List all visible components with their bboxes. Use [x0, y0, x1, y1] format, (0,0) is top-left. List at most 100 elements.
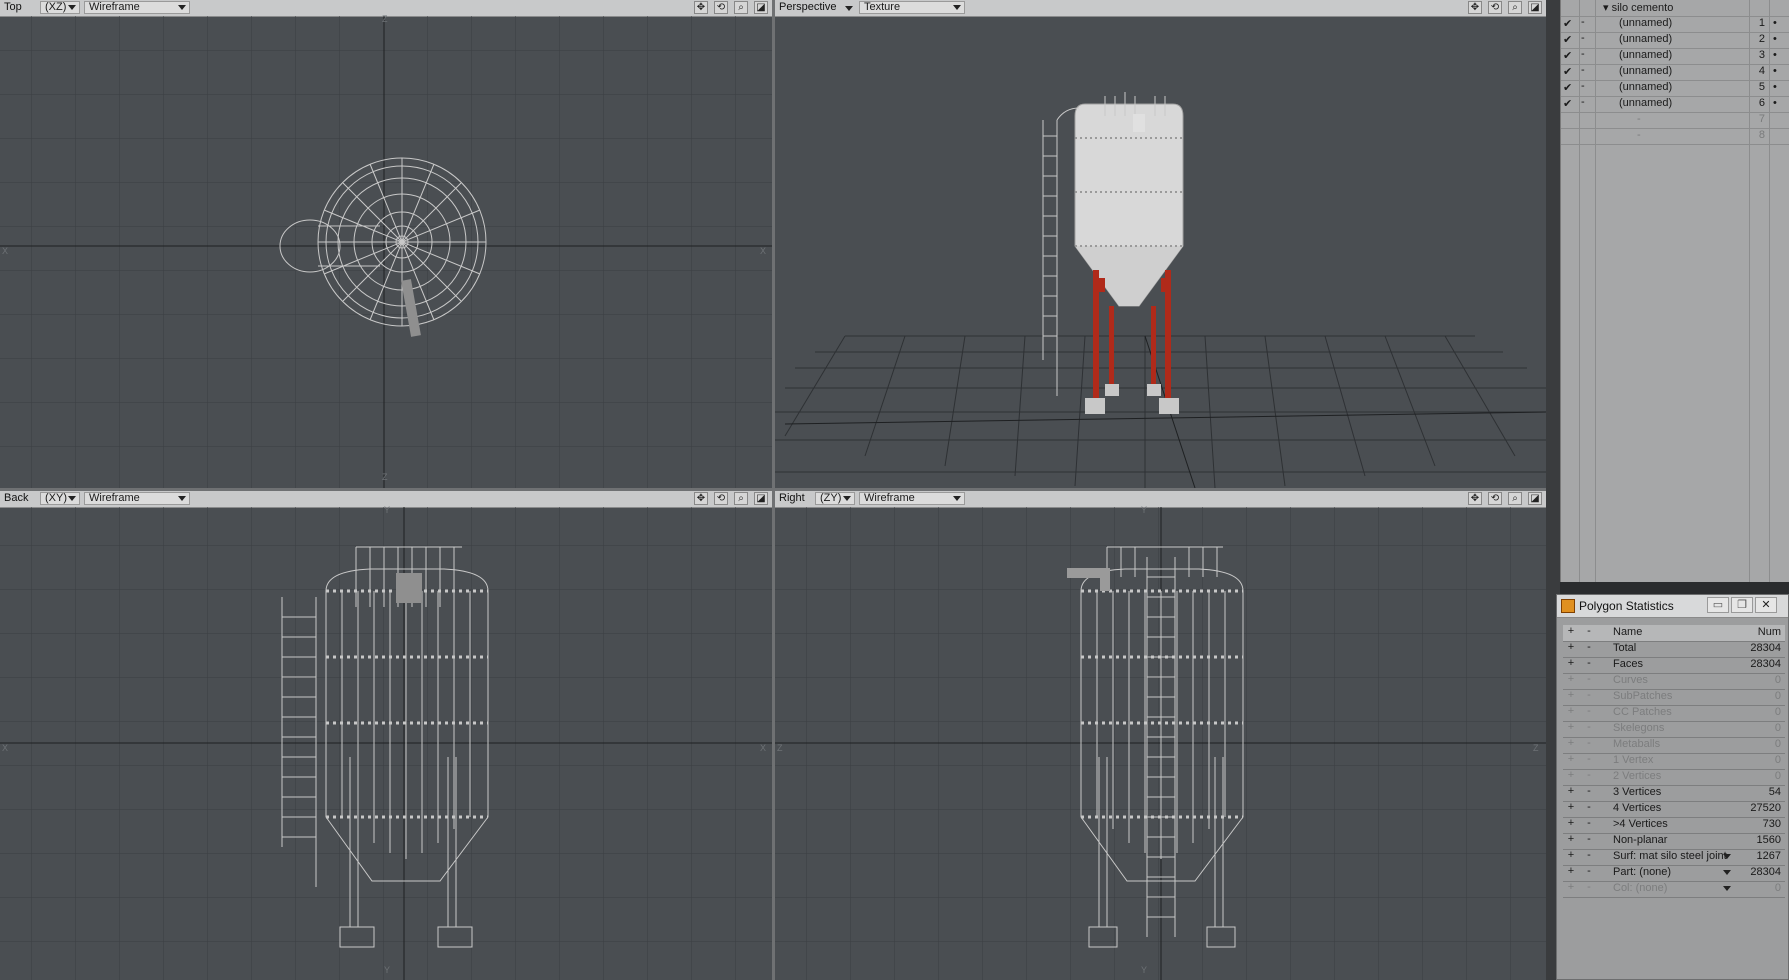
minus-icon[interactable]: - [1581, 641, 1597, 653]
layer-dot[interactable]: • [1773, 97, 1777, 109]
plus-icon[interactable]: + [1563, 785, 1579, 797]
chevron-down-icon[interactable] [845, 6, 853, 11]
axis-dropdown[interactable]: (ZY) [815, 492, 855, 505]
move-icon[interactable]: ✥ [694, 1, 708, 14]
visibility-toggle[interactable]: - [1581, 32, 1585, 44]
plus-icon[interactable]: + [1563, 849, 1579, 861]
minus-icon[interactable]: - [1581, 769, 1597, 781]
minus-icon[interactable]: - [1581, 657, 1597, 669]
layer-row[interactable]: ✔ - (unnamed) 2 • [1561, 32, 1789, 49]
visibility-toggle[interactable]: - [1581, 96, 1585, 108]
layer-row[interactable]: ✔ - (unnamed) 6 • [1561, 96, 1789, 113]
rotate-icon[interactable]: ⟲ [714, 492, 728, 505]
rotate-icon[interactable]: ⟲ [1488, 1, 1502, 14]
zoom-icon[interactable]: ⌕ [734, 1, 748, 14]
layer-row[interactable]: ✔ - (unnamed) 3 • [1561, 48, 1789, 65]
plus-icon[interactable]: + [1563, 689, 1579, 701]
window-titlebar[interactable]: Polygon Statistics ▭ ❐ ✕ [1557, 595, 1788, 618]
plus-icon[interactable]: + [1563, 721, 1579, 733]
chevron-down-icon[interactable] [1723, 886, 1731, 891]
minus-icon[interactable]: - [1581, 689, 1597, 701]
layer-row[interactable]: ✔ - (unnamed) 1 • [1561, 16, 1789, 33]
viewport-back[interactable]: Back (XY) Wireframe ✥ ⟲ ⌕ ◪ Y Y X X [0, 491, 772, 980]
minus-icon[interactable]: - [1581, 881, 1597, 893]
viewport-name[interactable]: Right [779, 492, 805, 504]
plus-icon[interactable]: + [1563, 865, 1579, 877]
chevron-down-icon[interactable] [1723, 854, 1731, 859]
minus-icon[interactable]: - [1581, 801, 1597, 813]
minus-icon[interactable]: - [1581, 625, 1597, 637]
layer-row[interactable]: -8 [1561, 128, 1789, 145]
axis-dropdown[interactable]: (XY) [40, 492, 80, 505]
viewport-perspective[interactable]: Perspective Texture ✥ ⟲ ⌕ ◪ [775, 0, 1546, 488]
render-mode-dropdown[interactable]: Wireframe [84, 492, 190, 505]
check-icon[interactable]: ✔ [1563, 33, 1577, 46]
check-icon[interactable]: ✔ [1563, 97, 1577, 110]
minus-icon[interactable]: - [1581, 753, 1597, 765]
move-icon[interactable]: ✥ [1468, 1, 1482, 14]
layer-row[interactable]: ✔ - (unnamed) 4 • [1561, 64, 1789, 81]
close-button[interactable]: ✕ [1755, 597, 1777, 613]
minus-icon[interactable]: - [1581, 817, 1597, 829]
render-mode-dropdown[interactable]: Wireframe [859, 492, 965, 505]
visibility-toggle[interactable]: - [1581, 64, 1585, 76]
zoom-icon[interactable]: ⌕ [1508, 492, 1522, 505]
minus-icon[interactable]: - [1581, 785, 1597, 797]
chevron-down-icon[interactable] [1723, 870, 1731, 875]
maximize-icon[interactable]: ◪ [1528, 1, 1542, 14]
layer-root[interactable]: ▾ silo cemento [1561, 0, 1789, 17]
plus-icon[interactable]: + [1563, 705, 1579, 717]
minus-icon[interactable]: - [1581, 721, 1597, 733]
axis-dropdown[interactable]: (XZ) [40, 1, 80, 14]
zoom-icon[interactable]: ⌕ [734, 492, 748, 505]
visibility-toggle[interactable]: - [1581, 16, 1585, 28]
viewport-right[interactable]: Right (ZY) Wireframe ✥ ⟲ ⌕ ◪ Y Y Z Z [775, 491, 1546, 980]
plus-icon[interactable]: + [1563, 657, 1579, 669]
plus-icon[interactable]: + [1563, 673, 1579, 685]
maximize-icon[interactable]: ◪ [754, 1, 768, 14]
plus-icon[interactable]: + [1563, 769, 1579, 781]
move-icon[interactable]: ✥ [694, 492, 708, 505]
minus-icon[interactable]: - [1581, 737, 1597, 749]
viewport-top[interactable]: Top (XZ) Wireframe ✥ ⟲ ⌕ ◪ Z Z X X [0, 0, 772, 488]
minus-icon[interactable]: - [1581, 705, 1597, 717]
maximize-icon[interactable]: ◪ [1528, 492, 1542, 505]
restore-button[interactable]: ❐ [1731, 597, 1753, 613]
move-icon[interactable]: ✥ [1468, 492, 1482, 505]
plus-icon[interactable]: + [1563, 817, 1579, 829]
rotate-icon[interactable]: ⟲ [714, 1, 728, 14]
plus-icon[interactable]: + [1563, 737, 1579, 749]
check-icon[interactable]: ✔ [1563, 65, 1577, 78]
plus-icon[interactable]: + [1563, 753, 1579, 765]
viewport-name[interactable]: Back [4, 492, 28, 504]
minus-icon[interactable]: - [1581, 849, 1597, 861]
viewport-divider-horizontal[interactable] [0, 488, 1546, 491]
plus-icon[interactable]: + [1563, 801, 1579, 813]
minus-icon[interactable]: - [1581, 865, 1597, 877]
check-icon[interactable]: ✔ [1563, 49, 1577, 62]
rotate-icon[interactable]: ⟲ [1488, 492, 1502, 505]
layer-row[interactable]: ✔ - (unnamed) 5 • [1561, 80, 1789, 97]
check-icon[interactable]: ✔ [1563, 17, 1577, 30]
minimize-button[interactable]: ▭ [1707, 597, 1729, 613]
plus-icon[interactable]: + [1563, 833, 1579, 845]
layer-dot[interactable]: • [1773, 49, 1777, 61]
plus-icon[interactable]: + [1563, 881, 1579, 893]
plus-icon[interactable]: + [1563, 625, 1579, 637]
minus-icon[interactable]: - [1581, 833, 1597, 845]
layer-dot[interactable]: • [1773, 65, 1777, 77]
layer-dot[interactable]: • [1773, 81, 1777, 93]
plus-icon[interactable]: + [1563, 641, 1579, 653]
layer-row[interactable]: -7 [1561, 112, 1789, 129]
minus-icon[interactable]: - [1581, 673, 1597, 685]
maximize-icon[interactable]: ◪ [754, 492, 768, 505]
layer-dot[interactable]: • [1773, 33, 1777, 45]
zoom-icon[interactable]: ⌕ [1508, 1, 1522, 14]
check-icon[interactable]: ✔ [1563, 81, 1577, 94]
layer-dot[interactable]: • [1773, 17, 1777, 29]
render-mode-dropdown[interactable]: Texture [859, 1, 965, 14]
viewport-name[interactable]: Perspective [779, 1, 836, 13]
visibility-toggle[interactable]: - [1581, 80, 1585, 92]
viewport-name[interactable]: Top [4, 1, 22, 13]
visibility-toggle[interactable]: - [1581, 48, 1585, 60]
